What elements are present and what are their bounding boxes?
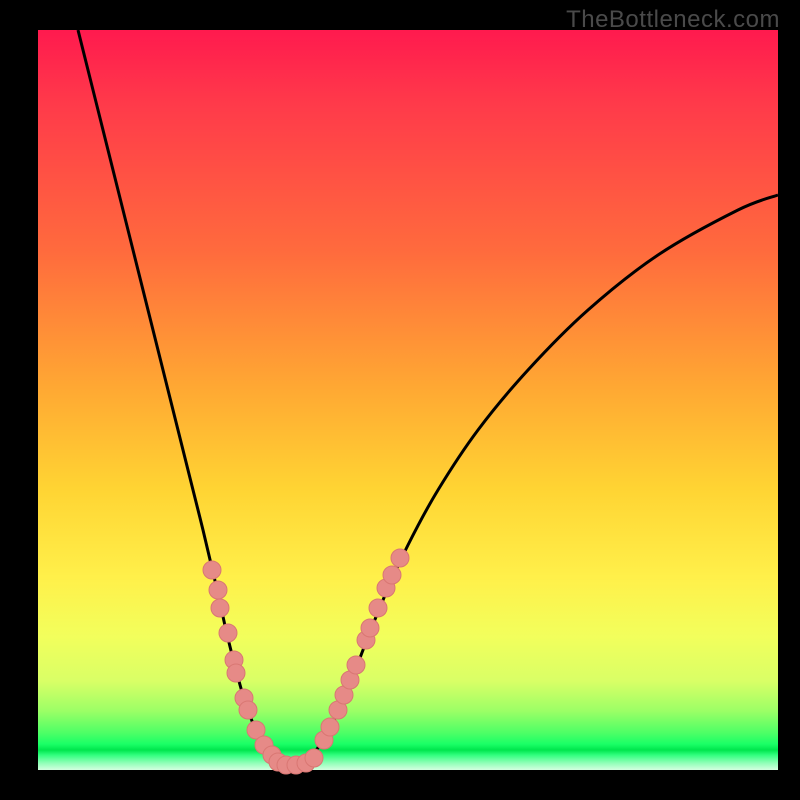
plot-area bbox=[38, 30, 778, 770]
data-point bbox=[347, 656, 365, 674]
data-point bbox=[391, 549, 409, 567]
data-point bbox=[219, 624, 237, 642]
data-point bbox=[383, 566, 401, 584]
scatter-bottom bbox=[269, 749, 323, 774]
data-point bbox=[209, 581, 227, 599]
data-point bbox=[203, 561, 221, 579]
data-point bbox=[305, 749, 323, 767]
data-point bbox=[321, 718, 339, 736]
scatter-left bbox=[203, 561, 281, 764]
chart-stage: TheBottleneck.com bbox=[0, 0, 800, 800]
data-point bbox=[361, 619, 379, 637]
curve-right bbox=[290, 195, 778, 765]
data-point bbox=[227, 664, 245, 682]
data-point bbox=[369, 599, 387, 617]
curve-svg bbox=[38, 30, 778, 770]
data-point bbox=[239, 701, 257, 719]
data-point bbox=[211, 599, 229, 617]
curve-left bbox=[78, 30, 290, 765]
